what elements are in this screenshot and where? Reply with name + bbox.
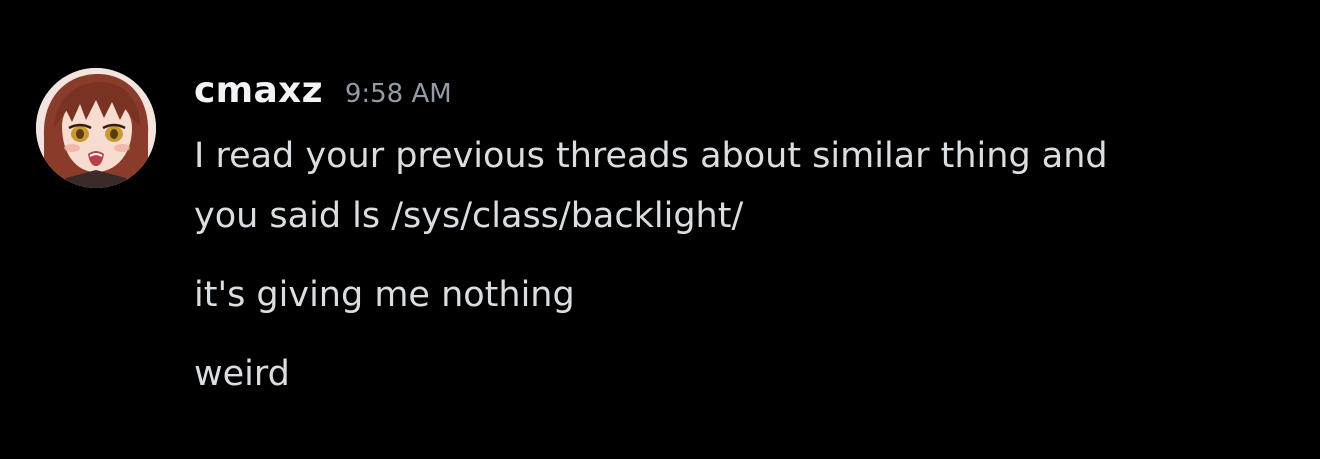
- message-header: cmaxz 9:58 AM: [194, 68, 1294, 126]
- username[interactable]: cmaxz: [194, 70, 323, 111]
- message-line: I read your previous threads about simil…: [194, 136, 1108, 176]
- message-line: weird: [194, 354, 290, 394]
- message-line: you said ls /sys/class/backlight/: [194, 196, 744, 236]
- avatar[interactable]: [36, 68, 156, 188]
- timestamp[interactable]: 9:58 AM: [345, 79, 452, 109]
- message-line: it's giving me nothing: [194, 275, 575, 315]
- message-content: cmaxz 9:58 AM I read your previous threa…: [194, 68, 1294, 404]
- anime-avatar-icon: [36, 68, 156, 188]
